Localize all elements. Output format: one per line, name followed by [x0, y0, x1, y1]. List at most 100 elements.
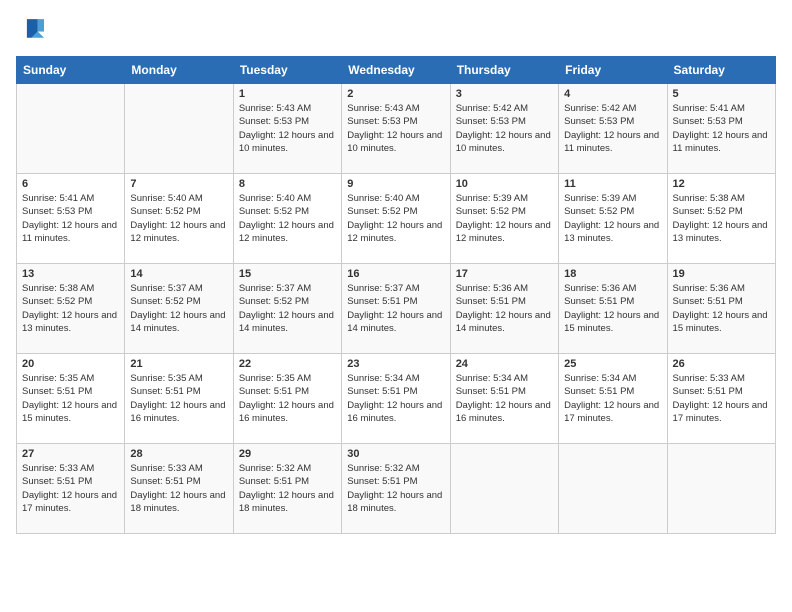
day-info: Sunrise: 5:39 AMSunset: 5:52 PMDaylight:…	[564, 192, 661, 245]
col-header-wednesday: Wednesday	[342, 57, 450, 84]
calendar-cell: 21 Sunrise: 5:35 AMSunset: 5:51 PMDayligh…	[125, 354, 233, 444]
day-number: 25	[564, 358, 661, 370]
day-number: 3	[456, 88, 553, 100]
day-info: Sunrise: 5:40 AMSunset: 5:52 PMDaylight:…	[347, 192, 444, 245]
calendar-cell: 22Sunrise: 5:35 AMSunset: 5:51 PMDayligh…	[233, 354, 341, 444]
day-info: Sunrise: 5:33 AMSunset: 5:51 PMDaylight:…	[673, 372, 770, 425]
day-info: Sunrise: 5:41 AMSunset: 5:53 PMDaylight:…	[673, 102, 770, 155]
week-row-3: 13 Sunrise: 5:38 AMSunset: 5:52 PMDayligh…	[17, 264, 776, 354]
col-header-friday: Friday	[559, 57, 667, 84]
calendar-cell: 23Sunrise: 5:34 AMSunset: 5:51 PMDayligh…	[342, 354, 450, 444]
calendar-cell	[559, 444, 667, 534]
calendar-cell: 6 Sunrise: 5:41 AMSunset: 5:53 PMDaylight…	[17, 174, 125, 264]
day-number: 18	[564, 268, 661, 280]
day-info: Sunrise: 5:42 AMSunset: 5:53 PMDaylight:…	[456, 102, 553, 155]
calendar-cell: 29 Sunrise: 5:32 AMSunset: 5:51 PMDayligh…	[233, 444, 341, 534]
day-info: Sunrise: 5:35 AMSunset: 5:51 PMDaylight:…	[130, 372, 227, 425]
day-info: Sunrise: 5:32 AMSunset: 5:51 PMDaylight:…	[347, 462, 444, 515]
col-header-thursday: Thursday	[450, 57, 558, 84]
week-row-4: 20 Sunrise: 5:35 AMSunset: 5:51 PMDayligh…	[17, 354, 776, 444]
calendar-cell: 18 Sunrise: 5:36 AMSunset: 5:51 PMDayligh…	[559, 264, 667, 354]
day-info: Sunrise: 5:40 AMSunset: 5:52 PMDaylight:…	[239, 192, 336, 245]
day-info: Sunrise: 5:32 AMSunset: 5:51 PMDaylight:…	[239, 462, 336, 515]
day-number: 8	[239, 178, 336, 190]
day-number: 27	[22, 448, 119, 460]
calendar-cell: 15 Sunrise: 5:37 AMSunset: 5:52 PMDayligh…	[233, 264, 341, 354]
calendar-cell: 25 Sunrise: 5:34 AMSunset: 5:51 PMDayligh…	[559, 354, 667, 444]
calendar-cell: 8 Sunrise: 5:40 AMSunset: 5:52 PMDaylight…	[233, 174, 341, 264]
day-number: 29	[239, 448, 336, 460]
day-number: 12	[673, 178, 770, 190]
calendar-cell: 4 Sunrise: 5:42 AMSunset: 5:53 PMDaylight…	[559, 84, 667, 174]
day-number: 30	[347, 448, 444, 460]
day-number: 7	[130, 178, 227, 190]
day-number: 9	[347, 178, 444, 190]
day-number: 22	[239, 358, 336, 370]
calendar-cell: 3 Sunrise: 5:42 AMSunset: 5:53 PMDaylight…	[450, 84, 558, 174]
day-info: Sunrise: 5:43 AMSunset: 5:53 PMDaylight:…	[347, 102, 444, 155]
day-info: Sunrise: 5:34 AMSunset: 5:51 PMDaylight:…	[456, 372, 553, 425]
week-row-2: 6 Sunrise: 5:41 AMSunset: 5:53 PMDaylight…	[17, 174, 776, 264]
header	[16, 16, 776, 44]
col-header-saturday: Saturday	[667, 57, 775, 84]
calendar-cell: 16Sunrise: 5:37 AMSunset: 5:51 PMDayligh…	[342, 264, 450, 354]
day-info: Sunrise: 5:40 AMSunset: 5:52 PMDaylight:…	[130, 192, 227, 245]
week-row-5: 27 Sunrise: 5:33 AMSunset: 5:51 PMDayligh…	[17, 444, 776, 534]
day-number: 17	[456, 268, 553, 280]
col-header-sunday: Sunday	[17, 57, 125, 84]
calendar-cell: 20 Sunrise: 5:35 AMSunset: 5:51 PMDayligh…	[17, 354, 125, 444]
day-number: 24	[456, 358, 553, 370]
calendar-cell: 2 Sunrise: 5:43 AMSunset: 5:53 PMDaylight…	[342, 84, 450, 174]
day-number: 6	[22, 178, 119, 190]
day-info: Sunrise: 5:38 AMSunset: 5:52 PMDaylight:…	[22, 282, 119, 335]
day-number: 21	[130, 358, 227, 370]
day-info: Sunrise: 5:36 AMSunset: 5:51 PMDaylight:…	[673, 282, 770, 335]
day-number: 23	[347, 358, 444, 370]
day-info: Sunrise: 5:39 AMSunset: 5:52 PMDaylight:…	[456, 192, 553, 245]
day-info: Sunrise: 5:42 AMSunset: 5:53 PMDaylight:…	[564, 102, 661, 155]
day-info: Sunrise: 5:33 AMSunset: 5:51 PMDaylight:…	[22, 462, 119, 515]
day-number: 28	[130, 448, 227, 460]
day-number: 5	[673, 88, 770, 100]
calendar-cell: 13 Sunrise: 5:38 AMSunset: 5:52 PMDayligh…	[17, 264, 125, 354]
calendar-cell: 1 Sunrise: 5:43 AMSunset: 5:53 PMDaylight…	[233, 84, 341, 174]
day-number: 15	[239, 268, 336, 280]
day-number: 11	[564, 178, 661, 190]
day-info: Sunrise: 5:34 AMSunset: 5:51 PMDaylight:…	[564, 372, 661, 425]
day-info: Sunrise: 5:41 AMSunset: 5:53 PMDaylight:…	[22, 192, 119, 245]
calendar-cell	[125, 84, 233, 174]
calendar-cell: 12 Sunrise: 5:38 AMSunset: 5:52 PMDayligh…	[667, 174, 775, 264]
calendar-cell	[667, 444, 775, 534]
day-number: 2	[347, 88, 444, 100]
day-info: Sunrise: 5:36 AMSunset: 5:51 PMDaylight:…	[564, 282, 661, 335]
day-number: 14	[130, 268, 227, 280]
week-row-1: 1 Sunrise: 5:43 AMSunset: 5:53 PMDaylight…	[17, 84, 776, 174]
day-info: Sunrise: 5:33 AMSunset: 5:51 PMDaylight:…	[130, 462, 227, 515]
day-number: 19	[673, 268, 770, 280]
day-number: 1	[239, 88, 336, 100]
calendar-cell: 26 Sunrise: 5:33 AMSunset: 5:51 PMDayligh…	[667, 354, 775, 444]
day-info: Sunrise: 5:36 AMSunset: 5:51 PMDaylight:…	[456, 282, 553, 335]
calendar-cell: 17 Sunrise: 5:36 AMSunset: 5:51 PMDayligh…	[450, 264, 558, 354]
day-info: Sunrise: 5:38 AMSunset: 5:52 PMDaylight:…	[673, 192, 770, 245]
day-info: Sunrise: 5:35 AMSunset: 5:51 PMDaylight:…	[22, 372, 119, 425]
day-number: 4	[564, 88, 661, 100]
day-number: 10	[456, 178, 553, 190]
day-number: 16	[347, 268, 444, 280]
day-info: Sunrise: 5:37 AMSunset: 5:52 PMDaylight:…	[239, 282, 336, 335]
day-number: 13	[22, 268, 119, 280]
calendar-cell	[450, 444, 558, 534]
col-header-monday: Monday	[125, 57, 233, 84]
calendar-cell: 7 Sunrise: 5:40 AMSunset: 5:52 PMDaylight…	[125, 174, 233, 264]
day-info: Sunrise: 5:43 AMSunset: 5:53 PMDaylight:…	[239, 102, 336, 155]
calendar-table: SundayMondayTuesdayWednesdayThursdayFrid…	[16, 56, 776, 534]
calendar-cell: 10 Sunrise: 5:39 AMSunset: 5:52 PMDayligh…	[450, 174, 558, 264]
calendar-cell: 5 Sunrise: 5:41 AMSunset: 5:53 PMDaylight…	[667, 84, 775, 174]
day-number: 26	[673, 358, 770, 370]
calendar-cell: 28 Sunrise: 5:33 AMSunset: 5:51 PMDayligh…	[125, 444, 233, 534]
calendar-cell: 27 Sunrise: 5:33 AMSunset: 5:51 PMDayligh…	[17, 444, 125, 534]
calendar-cell: 30 Sunrise: 5:32 AMSunset: 5:51 PMDayligh…	[342, 444, 450, 534]
calendar-cell: 11 Sunrise: 5:39 AMSunset: 5:52 PMDayligh…	[559, 174, 667, 264]
day-number: 20	[22, 358, 119, 370]
calendar-cell	[17, 84, 125, 174]
